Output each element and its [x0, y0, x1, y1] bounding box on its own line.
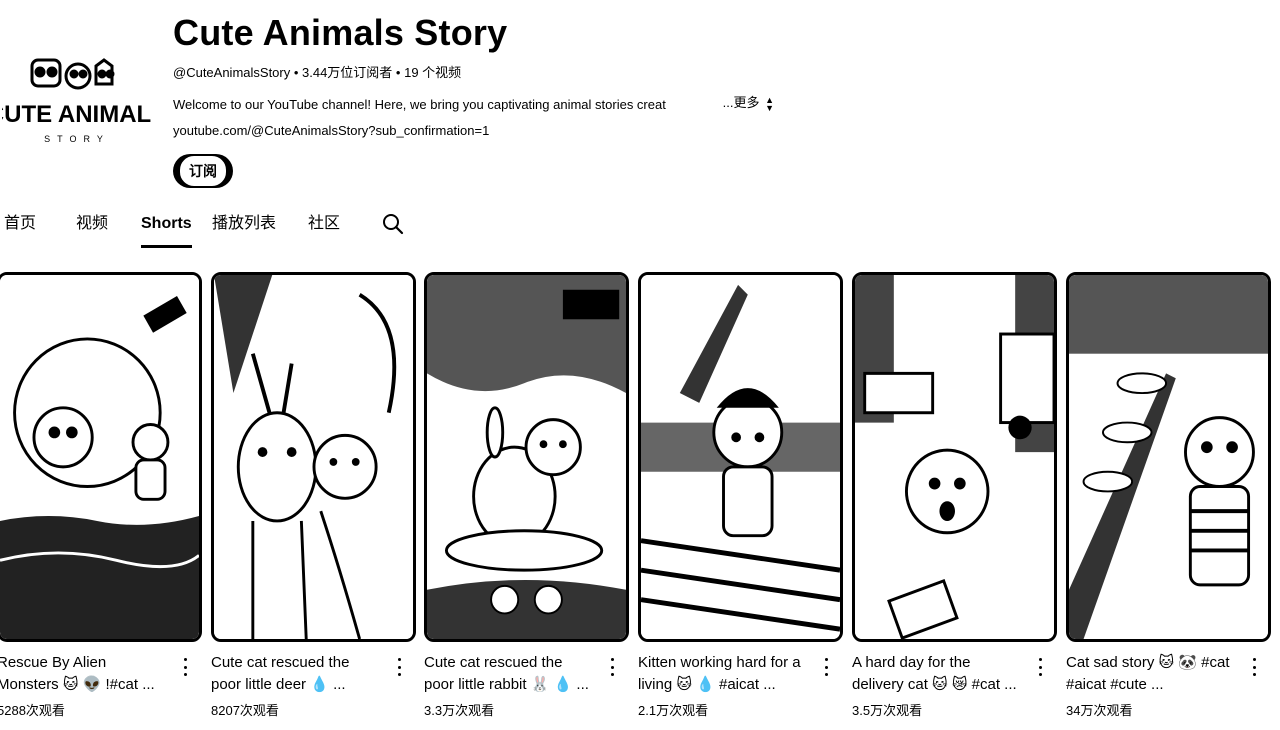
- tab-community[interactable]: 社区: [308, 212, 340, 246]
- short-thumbnail[interactable]: [424, 272, 629, 642]
- more-options-icon[interactable]: [1251, 658, 1257, 676]
- short-thumbnail[interactable]: [1066, 272, 1271, 642]
- short-title[interactable]: Cute cat rescued the poor little rabbit …: [424, 652, 596, 696]
- short-title[interactable]: Cute cat rescued the poor little deer 💧 …: [211, 652, 383, 696]
- channel-title: Cute Animals Story: [173, 12, 508, 53]
- short-views: 2.1万次观看: [638, 703, 709, 718]
- channel-meta: @CuteAnimalsStory • 3.44万位订阅者 • 19 个视频: [173, 65, 462, 80]
- short-title[interactable]: Rescue By Alien Monsters 🐱 👽 !#cat ...: [0, 652, 169, 696]
- subscribe-label: 订阅: [180, 156, 226, 186]
- expand-arrows-icon: ▲ ▼: [765, 94, 775, 113]
- short-views: 3.3万次观看: [424, 703, 495, 718]
- more-link[interactable]: ...更多 ▲ ▼: [722, 94, 775, 113]
- more-options-icon[interactable]: [1037, 658, 1043, 676]
- short-title[interactable]: Cat sad story 🐱 🐼 #cat #aicat #cute ...: [1066, 652, 1238, 696]
- tab-videos[interactable]: 视频: [76, 212, 108, 246]
- short-thumbnail[interactable]: [0, 272, 202, 642]
- more-options-icon[interactable]: [396, 658, 402, 676]
- subscribe-button[interactable]: 订阅: [173, 154, 233, 188]
- tab-home[interactable]: 首页: [4, 212, 36, 246]
- tab-shorts[interactable]: Shorts: [141, 212, 192, 248]
- channel-tabs: 首页 视频 Shorts 播放列表 社区: [0, 212, 420, 248]
- description-text: Welcome to our YouTube channel! Here, we…: [173, 96, 666, 112]
- short-views: 3.5万次观看: [852, 703, 923, 718]
- channel-link[interactable]: youtube.com/@CuteAnimalsStory?sub_confir…: [173, 123, 489, 138]
- short-views: 34万次观看: [1066, 703, 1133, 718]
- short-views: 8207次观看: [211, 703, 279, 718]
- tab-playlists[interactable]: 播放列表: [212, 212, 276, 246]
- more-options-icon[interactable]: [823, 658, 829, 676]
- more-options-icon[interactable]: [182, 658, 188, 676]
- logo-main-text: CUTE ANIMALS: [2, 101, 152, 128]
- more-label: ...更多: [722, 95, 760, 110]
- channel-logo[interactable]: CUTE ANIMALS STORY: [0, 52, 167, 148]
- short-title[interactable]: Kitten working hard for a living 🐱 💧 #ai…: [638, 652, 810, 696]
- short-thumbnail[interactable]: [638, 272, 843, 642]
- short-title[interactable]: A hard day for the delivery cat 🐱 😿 #cat…: [852, 652, 1024, 696]
- channel-description[interactable]: Welcome to our YouTube channel! Here, we…: [173, 92, 774, 112]
- logo-sub-text: STORY: [44, 134, 110, 144]
- more-options-icon[interactable]: [609, 658, 615, 676]
- shorts-grid: Rescue By Alien Monsters 🐱 👽 !#cat ... 5…: [0, 270, 1280, 730]
- short-views: 5288次观看: [0, 703, 65, 718]
- search-icon[interactable]: [382, 213, 404, 235]
- short-thumbnail[interactable]: [852, 272, 1057, 642]
- short-thumbnail[interactable]: [211, 272, 416, 642]
